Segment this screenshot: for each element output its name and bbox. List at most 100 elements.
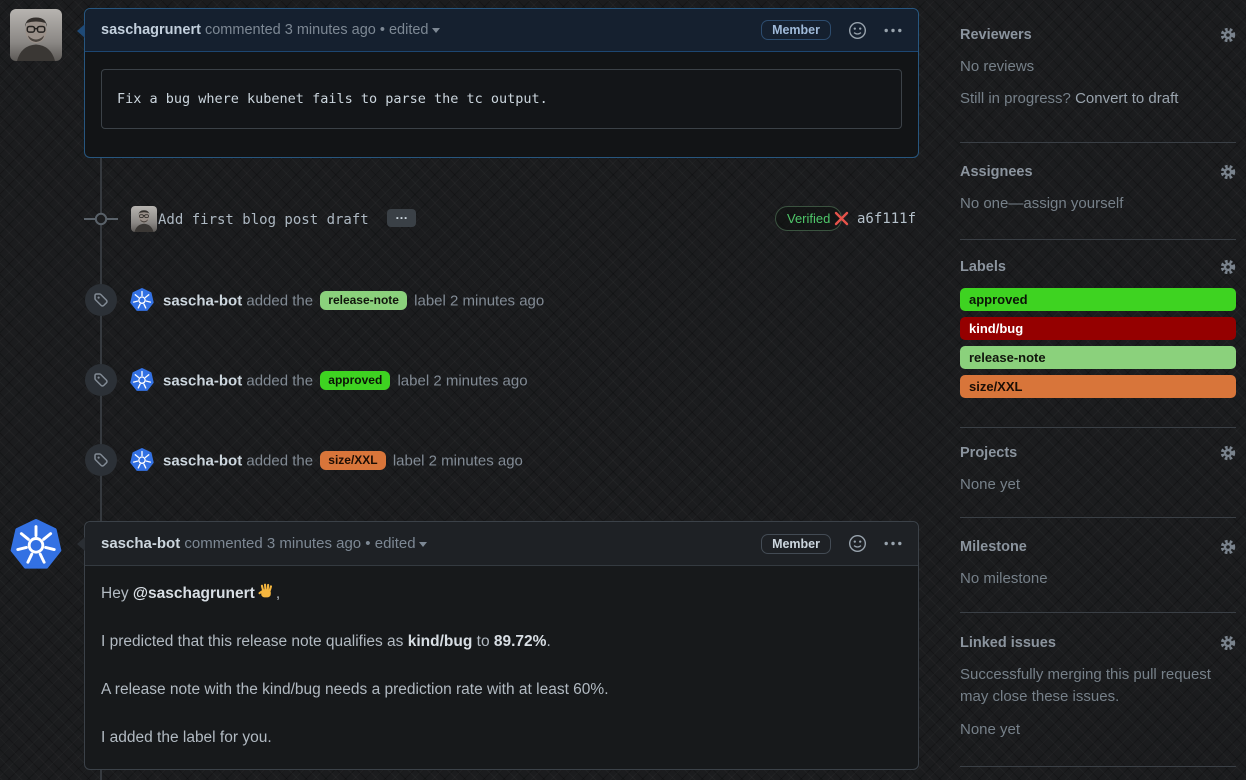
code-text: Fix a bug where kubenet fails to parse t…	[117, 91, 548, 107]
milestone-title: Milestone	[960, 539, 1027, 555]
actor-link[interactable]: sascha-bot	[163, 292, 242, 309]
comment-body: Hey @saschagrunert, I predicted that thi…	[85, 566, 918, 780]
ci-failed-x-icon[interactable]	[834, 211, 849, 226]
comment-caret	[77, 537, 85, 551]
timeline-badge	[85, 444, 117, 476]
paragraph-greeting: Hey @saschagrunert,	[101, 582, 902, 605]
actor-link[interactable]: sascha-bot	[163, 452, 242, 469]
projects-empty-text: None yet	[960, 474, 1236, 496]
sidebar-divider	[960, 517, 1236, 518]
sidebar-divider	[960, 427, 1236, 428]
label-chip[interactable]: release-note	[320, 291, 407, 310]
reviewers-empty-text: No reviews	[960, 56, 1236, 78]
sidebar-divider	[960, 239, 1236, 240]
edited-dropdown[interactable]: edited	[389, 22, 440, 38]
label-chip[interactable]: size/XXL	[320, 451, 385, 470]
sidebar-divider	[960, 612, 1236, 613]
event-text: sascha-bot added the size/XXL label 2 mi…	[163, 451, 523, 470]
kebab-menu-icon[interactable]	[884, 541, 902, 546]
commit-author-avatar[interactable]	[131, 206, 157, 232]
tag-icon	[93, 452, 109, 468]
assignees-empty-text[interactable]: No one—assign yourself	[960, 193, 1236, 215]
sidebar-label-release-note[interactable]: release-note	[960, 346, 1236, 369]
reviewers-hint: Still in progress? Convert to draft	[960, 88, 1236, 110]
gear-icon[interactable]	[1220, 445, 1236, 461]
labels-list: approved kind/bug release-note size/XXL	[960, 288, 1236, 398]
comment-meta: commented 3 minutes ago •	[184, 535, 370, 552]
comment-sascha-bot: sascha-bot commented 3 minutes ago • edi…	[84, 521, 919, 770]
member-badge: Member	[761, 20, 831, 40]
gear-icon[interactable]	[1220, 539, 1236, 555]
sascha-bot-avatar[interactable]	[130, 448, 154, 472]
label-event-row: sascha-bot added the release-note label …	[85, 284, 919, 316]
add-reaction-icon[interactable]	[848, 534, 867, 553]
timeline-badge	[85, 364, 117, 396]
sascha-bot-avatar[interactable]	[130, 368, 154, 392]
verified-badge[interactable]: Verified	[775, 206, 842, 231]
tag-icon	[93, 372, 109, 388]
sidebar-section-projects: Projects None yet	[960, 445, 1236, 496]
paragraph-added: I added the label for you.	[101, 726, 902, 749]
timeline-badge	[85, 284, 117, 316]
comment-byline: saschagrunert commented 3 minutes ago • …	[101, 22, 440, 38]
sidebar-section-labels: Labels approved kind/bug release-note si…	[960, 259, 1236, 404]
code-block: Fix a bug where kubenet fails to parse t…	[101, 69, 902, 129]
convert-to-draft-link[interactable]: Convert to draft	[1075, 90, 1178, 107]
member-badge: Member	[761, 534, 831, 554]
milestone-empty-text: No milestone	[960, 568, 1236, 590]
linked-issues-empty-text: None yet	[960, 719, 1236, 741]
git-commit-icon	[84, 204, 118, 234]
comment-body: Fix a bug where kubenet fails to parse t…	[85, 52, 918, 146]
kebab-menu-icon[interactable]	[884, 28, 902, 33]
sidebar-label-kind-bug[interactable]: kind/bug	[960, 317, 1236, 340]
comment-header: sascha-bot commented 3 minutes ago • edi…	[85, 522, 918, 566]
event-text: sascha-bot added the release-note label …	[163, 291, 544, 310]
mention-link[interactable]: @saschagrunert	[133, 585, 255, 602]
label-event-row: sascha-bot added the size/XXL label 2 mi…	[85, 444, 919, 476]
pull-request-page: saschagrunert commented 3 minutes ago • …	[0, 0, 1246, 780]
chevron-down-icon	[419, 542, 427, 547]
comment-pr-description: saschagrunert commented 3 minutes ago • …	[84, 8, 919, 158]
sidebar-label-approved[interactable]: approved	[960, 288, 1236, 311]
projects-title: Projects	[960, 445, 1017, 461]
edited-dropdown[interactable]: edited	[375, 535, 427, 552]
commit-expander-button[interactable]: …	[387, 209, 416, 227]
tag-icon	[93, 292, 109, 308]
linked-issues-title: Linked issues	[960, 635, 1056, 651]
avatar-sascha-bot[interactable]	[10, 519, 62, 571]
gear-icon[interactable]	[1220, 164, 1236, 180]
sidebar-section-milestone: Milestone No milestone	[960, 539, 1236, 590]
add-reaction-icon[interactable]	[848, 21, 867, 40]
sidebar-section-assignees: Assignees No one—assign yourself	[960, 164, 1236, 215]
gear-icon[interactable]	[1220, 635, 1236, 651]
author-link[interactable]: sascha-bot	[101, 535, 180, 552]
sidebar-divider	[960, 766, 1236, 767]
label-event-row: sascha-bot added the approved label 2 mi…	[85, 364, 919, 396]
actor-link[interactable]: sascha-bot	[163, 372, 242, 389]
avatar-saschagrunert[interactable]	[10, 9, 62, 61]
wave-emoji	[257, 582, 276, 601]
commit-message-link[interactable]: Add first blog post draft	[158, 212, 369, 228]
chevron-down-icon	[432, 28, 440, 33]
paragraph-prediction: I predicted that this release note quali…	[101, 630, 902, 653]
commit-sha-link[interactable]: a6f111f	[857, 211, 916, 227]
comment-byline: sascha-bot commented 3 minutes ago • edi…	[101, 535, 427, 552]
comment-header: saschagrunert commented 3 minutes ago • …	[85, 9, 918, 52]
sidebar-label-size-xxl[interactable]: size/XXL	[960, 375, 1236, 398]
sidebar-section-reviewers: Reviewers No reviews Still in progress? …	[960, 27, 1236, 110]
sidebar-divider	[960, 142, 1236, 143]
linked-issues-desc: Successfully merging this pull request m…	[960, 664, 1236, 708]
labels-title: Labels	[960, 259, 1006, 275]
gear-icon[interactable]	[1220, 27, 1236, 43]
sidebar-section-linked-issues: Linked issues Successfully merging this …	[960, 635, 1236, 741]
comment-caret	[77, 24, 85, 38]
paragraph-threshold: A release note with the kind/bug needs a…	[101, 678, 902, 701]
reviewers-title: Reviewers	[960, 27, 1032, 43]
label-chip[interactable]: approved	[320, 371, 390, 390]
author-link[interactable]: saschagrunert	[101, 22, 201, 38]
comment-meta: commented 3 minutes ago •	[205, 22, 385, 38]
event-text: sascha-bot added the approved label 2 mi…	[163, 371, 528, 390]
gear-icon[interactable]	[1220, 259, 1236, 275]
sascha-bot-avatar[interactable]	[130, 288, 154, 312]
assignees-title: Assignees	[960, 164, 1033, 180]
